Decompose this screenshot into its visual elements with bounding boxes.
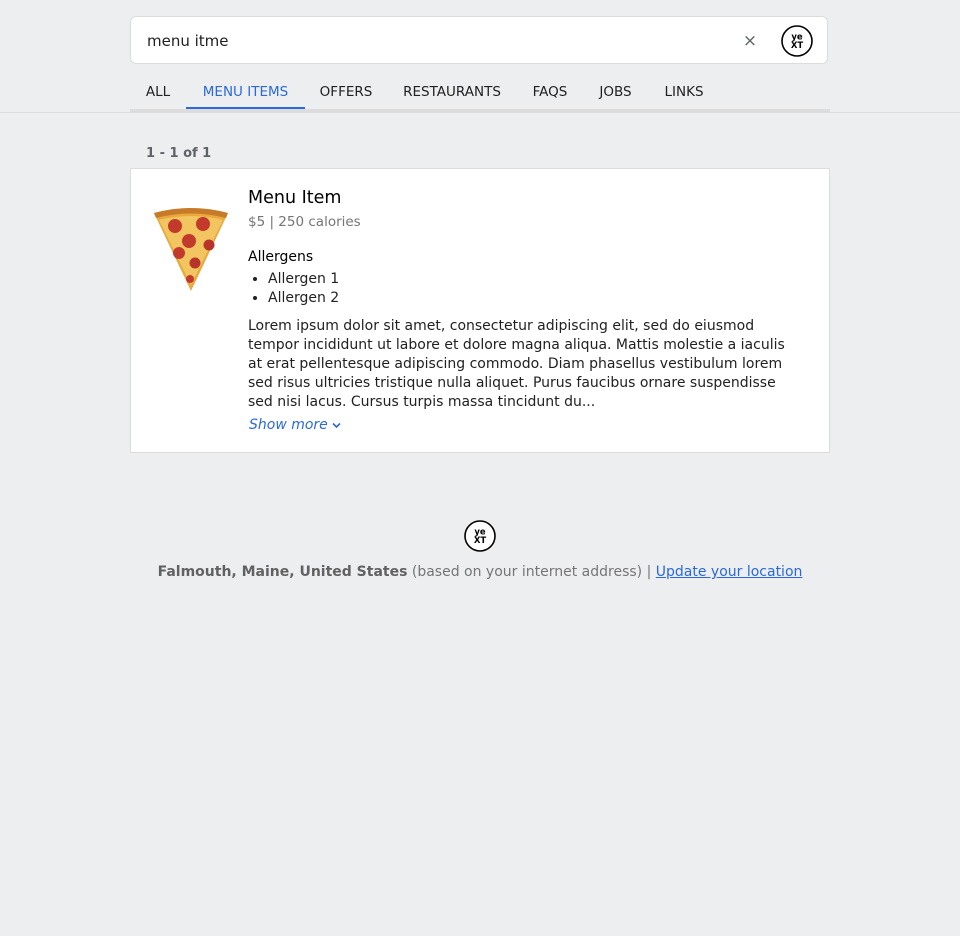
- close-icon[interactable]: ×: [739, 29, 761, 53]
- location-name: Falmouth, Maine, United States: [157, 564, 408, 580]
- tab-restaurants[interactable]: RESTAURANTS: [387, 76, 517, 109]
- yext-logo-icon[interactable]: ye XT: [781, 25, 813, 57]
- tab-jobs[interactable]: JOBS: [583, 76, 648, 109]
- svg-text:XT: XT: [474, 536, 487, 546]
- tab-offers[interactable]: OFFERS: [305, 76, 387, 109]
- svg-text:XT: XT: [791, 41, 804, 51]
- list-item: Allergen 2: [268, 289, 339, 308]
- search-bar: × ye XT: [130, 16, 828, 64]
- result-description: Lorem ipsum dolor sit amet, consectetur …: [248, 318, 785, 410]
- header-divider: [0, 112, 960, 113]
- search-input[interactable]: [147, 29, 707, 53]
- update-location-link[interactable]: Update your location: [656, 564, 803, 580]
- result-title[interactable]: Menu Item: [248, 188, 341, 208]
- list-item: Allergen 1: [268, 270, 339, 289]
- show-more-button[interactable]: Show more: [249, 417, 341, 433]
- tab-links[interactable]: LINKS: [648, 76, 720, 109]
- chevron-down-icon: [332, 422, 341, 428]
- vertical-tabs: ALL MENU ITEMS OFFERS RESTAURANTS FAQS J…: [130, 76, 830, 112]
- location-line: Falmouth, Maine, United States (based on…: [0, 564, 960, 580]
- show-more-label: Show more: [249, 417, 328, 433]
- pizza-slice-icon: [151, 205, 231, 295]
- yext-logo-icon: ye XT: [464, 520, 496, 552]
- result-card: Menu Item $5 | 250 calories Allergens Al…: [130, 168, 830, 453]
- result-price-calories: $5 | 250 calories: [248, 214, 361, 230]
- tab-menu-items[interactable]: MENU ITEMS: [186, 76, 305, 109]
- allergens-list: Allergen 1 Allergen 2: [248, 270, 339, 308]
- results-count: 1 - 1 of 1: [146, 146, 212, 161]
- location-basis: (based on your internet address) |: [411, 564, 652, 580]
- allergens-heading: Allergens: [248, 249, 314, 265]
- tab-all[interactable]: ALL: [130, 76, 186, 109]
- tab-faqs[interactable]: FAQS: [517, 76, 583, 109]
